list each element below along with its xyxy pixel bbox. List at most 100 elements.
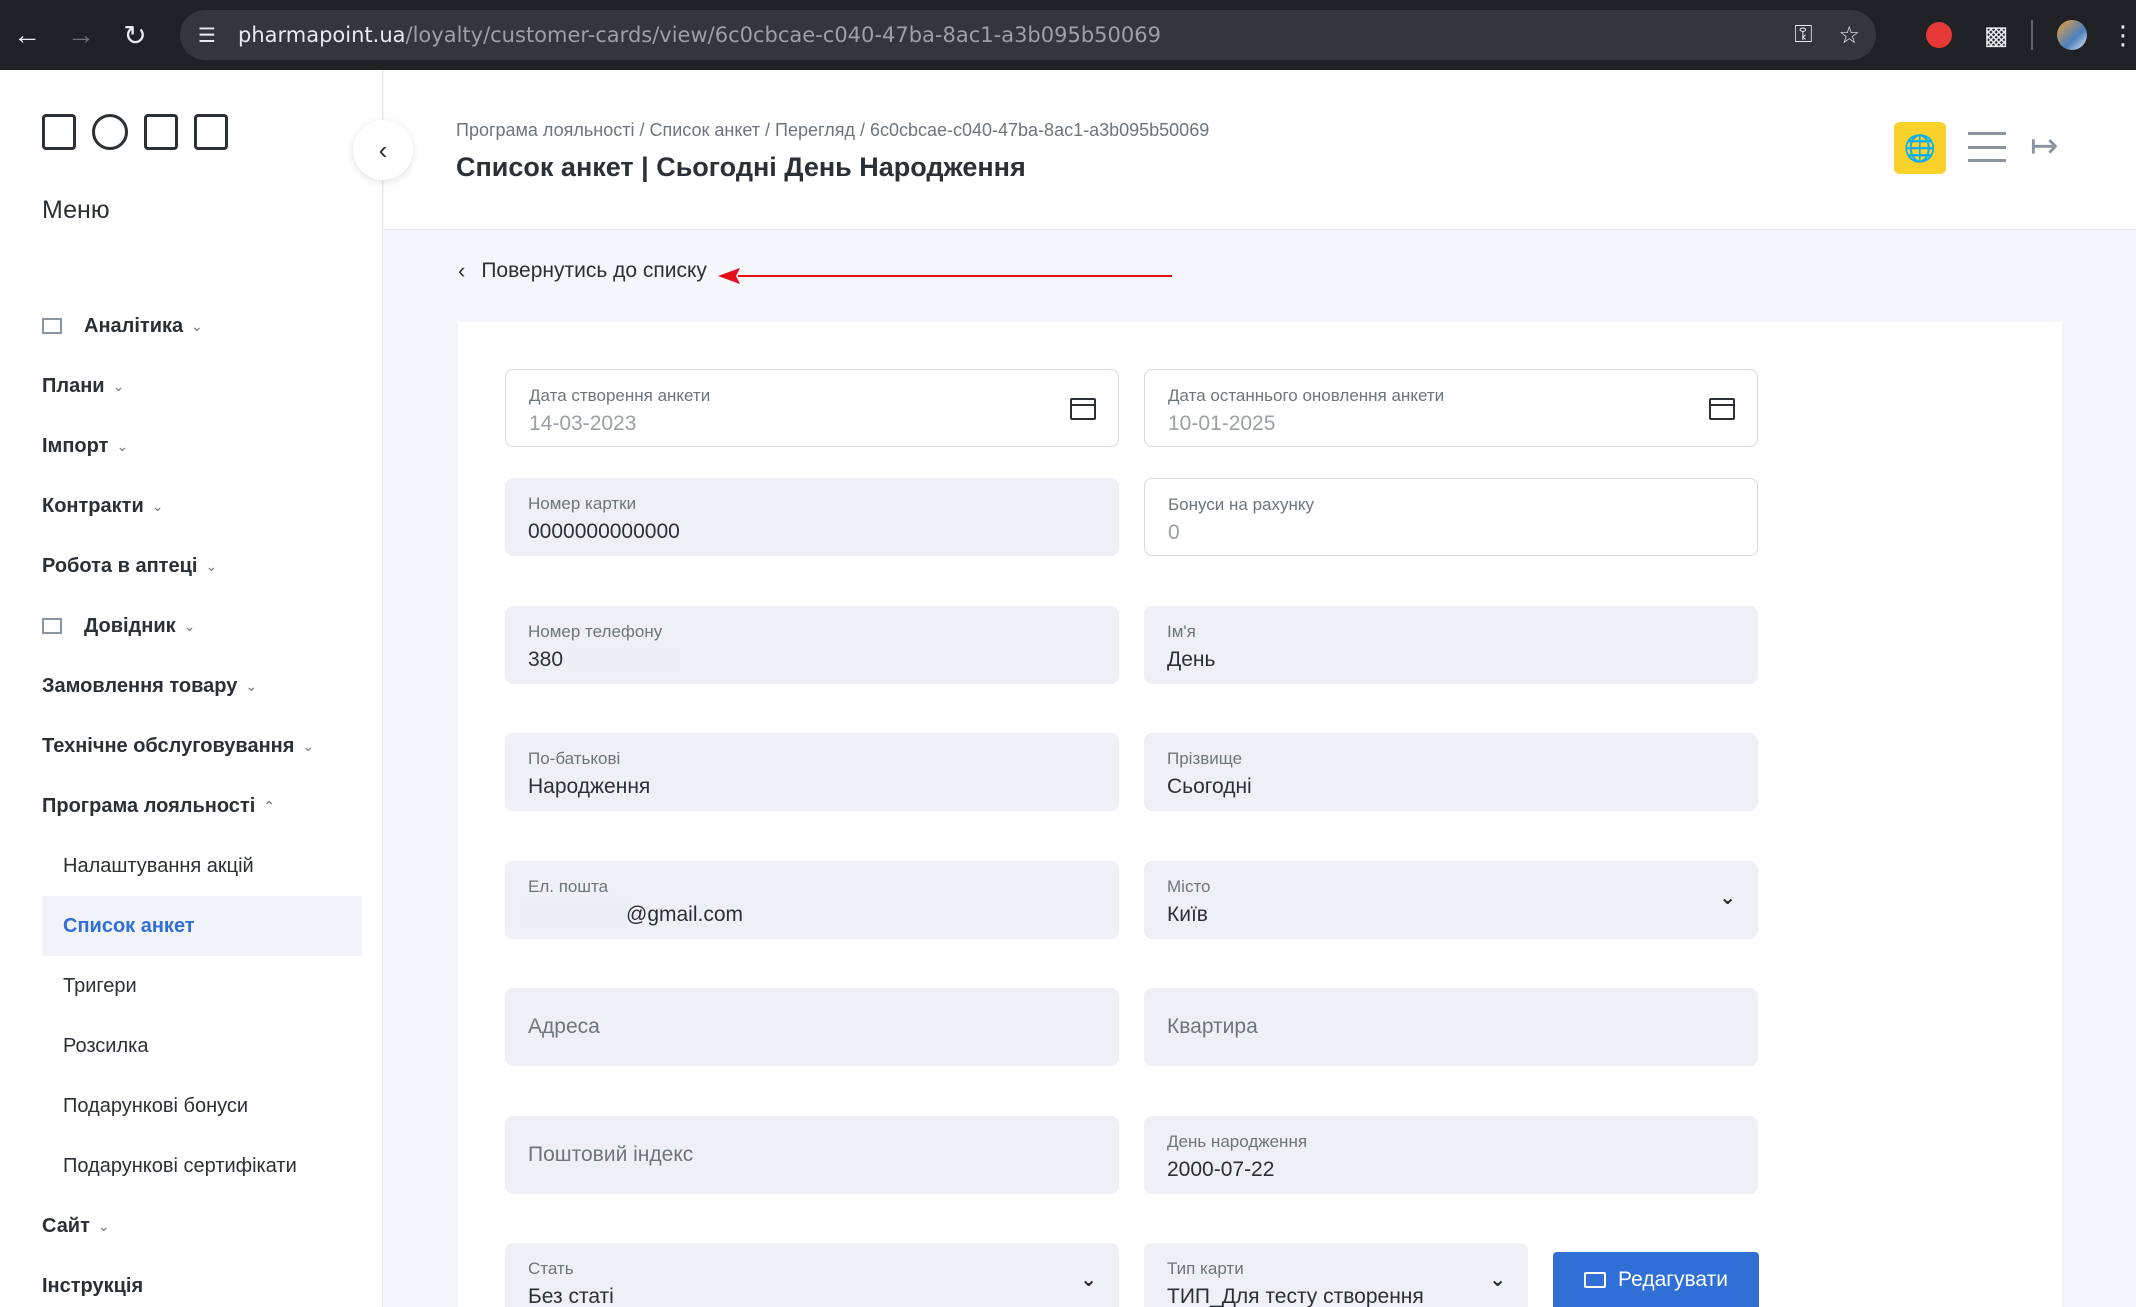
- list-icon: [42, 618, 62, 634]
- sidebar-item-orders[interactable]: Замовлення товару ⌄: [42, 656, 362, 716]
- field-value: 0000000000000: [528, 520, 680, 543]
- sidebar-item-promo-settings[interactable]: Налаштування акцій: [42, 836, 362, 896]
- sidebar-item-label: Довідник: [84, 614, 176, 637]
- sidebar-item-label: Подарункові сертифікати: [63, 1154, 297, 1177]
- sidebar-item-maintenance[interactable]: Технічне обслуговування ⌄: [42, 716, 362, 776]
- site-info-icon[interactable]: ☰: [192, 20, 222, 50]
- city-select[interactable]: Місто Київ ⌄: [1144, 861, 1758, 939]
- back-arrow-icon[interactable]: ←: [0, 0, 54, 70]
- address-bar[interactable]: ☰ pharmapoint.ua/loyalty/customer-cards/…: [180, 10, 1876, 60]
- breadcrumb[interactable]: Програма лояльності / Список анкет / Пер…: [456, 120, 1209, 141]
- chevron-down-icon: ⌄: [112, 377, 125, 394]
- annotation-arrow: [718, 268, 1172, 284]
- sidebar-item-label: Технічне обслуговування: [42, 734, 295, 757]
- first-name-field[interactable]: Ім'я День: [1144, 606, 1758, 684]
- sidebar-item-gift-bonuses[interactable]: Подарункові бонуси: [42, 1076, 362, 1136]
- field-value: 380: [528, 648, 564, 671]
- gender-select[interactable]: Стать Без статі ⌄: [505, 1243, 1119, 1307]
- card-number-field[interactable]: Номер картки 0000000000000: [505, 478, 1119, 556]
- calendar-icon[interactable]: [1070, 398, 1096, 420]
- sidebar-item-pharmacy-work[interactable]: Робота в аптеці ⌄: [42, 536, 362, 596]
- sidebar-item-label: Список анкет: [63, 914, 195, 937]
- field-label: Стать: [528, 1259, 574, 1278]
- field-label: Номер картки: [528, 494, 637, 513]
- sidebar-top-icons: [42, 114, 228, 150]
- extension-stop-icon[interactable]: [1922, 0, 1956, 70]
- back-link-label: Повернутись до списку: [481, 259, 707, 282]
- chart-pie-icon[interactable]: [92, 114, 128, 150]
- field-placeholder: Квартира: [1167, 1015, 1258, 1038]
- chevron-down-icon: ⌄: [245, 677, 258, 694]
- url-text[interactable]: pharmapoint.ua/loyalty/customer-cards/vi…: [238, 23, 1161, 47]
- sidebar-item-loyalty[interactable]: Програма лояльності ⌃: [42, 776, 362, 836]
- back-to-list-link[interactable]: ‹ Повернутись до списку: [458, 258, 707, 284]
- sidebar-item-site[interactable]: Сайт ⌄: [42, 1196, 362, 1256]
- logout-icon[interactable]: ↦: [2030, 126, 2066, 166]
- edit-button-label: Редагувати: [1618, 1267, 1728, 1291]
- field-value: 10-01-2025: [1168, 412, 1276, 435]
- key-icon[interactable]: ⚿: [1794, 21, 1812, 49]
- sidebar-item-label: Сайт: [42, 1214, 90, 1237]
- language-button[interactable]: 🌐: [1894, 122, 1946, 174]
- postcode-field[interactable]: Поштовий індекс: [505, 1116, 1119, 1194]
- url-path: /loyalty/customer-cards/view/6c0cbcae-c0…: [405, 23, 1161, 47]
- sidebar-item-label: Контракти: [42, 494, 144, 517]
- grid-icon: [42, 318, 62, 334]
- email-field[interactable]: Ел. пошта @gmail.com: [505, 861, 1119, 939]
- chevron-down-icon: ⌄: [151, 497, 164, 514]
- chevron-left-icon: ‹: [458, 258, 466, 283]
- browser-toolbar: ← → ↻ ☰ pharmapoint.ua/loyalty/customer-…: [0, 0, 2136, 70]
- star-icon[interactable]: ☆: [1838, 21, 1860, 50]
- sidebar-item-label: Плани: [42, 374, 105, 397]
- sidebar-item-label: Робота в аптеці: [42, 554, 198, 577]
- store-icon[interactable]: [42, 114, 76, 150]
- sidebar-item-gift-certificates[interactable]: Подарункові сертифікати: [42, 1136, 362, 1196]
- sidebar-item-instructions[interactable]: Інструкція: [42, 1256, 362, 1307]
- field-label: Прізвище: [1167, 749, 1243, 768]
- sidebar-item-label: Програма лояльності: [42, 794, 256, 817]
- sidebar-item-label: Тригери: [63, 974, 137, 997]
- field-value: 14-03-2023: [529, 412, 637, 435]
- sidebar-item-import[interactable]: Імпорт ⌄: [42, 416, 362, 476]
- sidebar-item-mailing[interactable]: Розсилка: [42, 1016, 362, 1076]
- chevron-down-icon: ⌄: [302, 737, 315, 754]
- sidebar-item-triggers[interactable]: Тригери: [42, 956, 362, 1016]
- field-value: Київ: [1167, 903, 1208, 926]
- redacted-mask: [520, 903, 626, 928]
- field-label: Ел. пошта: [528, 877, 609, 896]
- extensions-puzzle-icon[interactable]: ▩: [1976, 0, 2016, 70]
- reload-icon[interactable]: ↻: [108, 0, 162, 70]
- sidebar-item-forms-list[interactable]: Список анкет: [42, 896, 362, 956]
- document-icon[interactable]: [144, 114, 178, 150]
- sidebar-item-analytics[interactable]: Аналітика ⌄: [42, 296, 362, 356]
- sidebar-item-label: Аналітика: [84, 314, 184, 337]
- sidebar-item-plans[interactable]: Плани ⌄: [42, 356, 362, 416]
- surname-field[interactable]: Прізвище Сьогодні: [1144, 733, 1758, 811]
- book-icon[interactable]: [194, 114, 228, 150]
- hamburger-menu-icon[interactable]: [1968, 132, 2006, 162]
- sidebar-item-contracts[interactable]: Контракти ⌄: [42, 476, 362, 536]
- sidebar-collapse-button[interactable]: ‹: [353, 120, 413, 180]
- sidebar-item-directory[interactable]: Довідник ⌄: [42, 596, 362, 656]
- birthday-field[interactable]: День народження 2000-07-22: [1144, 1116, 1758, 1194]
- created-date-field[interactable]: Дата створення анкети 14-03-2023: [505, 369, 1119, 447]
- bonus-balance-field[interactable]: Бонуси на рахунку 0: [1144, 478, 1758, 556]
- browser-menu-icon[interactable]: ⋮: [2110, 0, 2136, 70]
- card-type-select[interactable]: Тип карти ТИП_Для тесту створення ⌄: [1144, 1243, 1528, 1307]
- apartment-field[interactable]: Квартира: [1144, 988, 1758, 1066]
- address-field[interactable]: Адреса: [505, 988, 1119, 1066]
- field-value: Сьогодні: [1167, 775, 1252, 798]
- profile-avatar[interactable]: [2056, 0, 2088, 70]
- field-label: Номер телефону: [528, 622, 663, 641]
- field-label: Дата створення анкети: [529, 386, 711, 405]
- calendar-icon[interactable]: [1709, 398, 1735, 420]
- edit-button[interactable]: Редагувати: [1553, 1252, 1759, 1307]
- forward-arrow-icon[interactable]: →: [54, 0, 108, 70]
- sidebar-item-label: Замовлення товару: [42, 674, 238, 697]
- updated-date-field[interactable]: Дата останнього оновлення анкети 10-01-2…: [1144, 369, 1758, 447]
- sidebar-item-label: Подарункові бонуси: [63, 1094, 249, 1117]
- patronymic-field[interactable]: По-батькові Народження: [505, 733, 1119, 811]
- field-label: Тип карти: [1167, 1259, 1244, 1278]
- phone-field[interactable]: Номер телефону 380: [505, 606, 1119, 684]
- field-value: ТИП_Для тесту створення: [1167, 1285, 1424, 1307]
